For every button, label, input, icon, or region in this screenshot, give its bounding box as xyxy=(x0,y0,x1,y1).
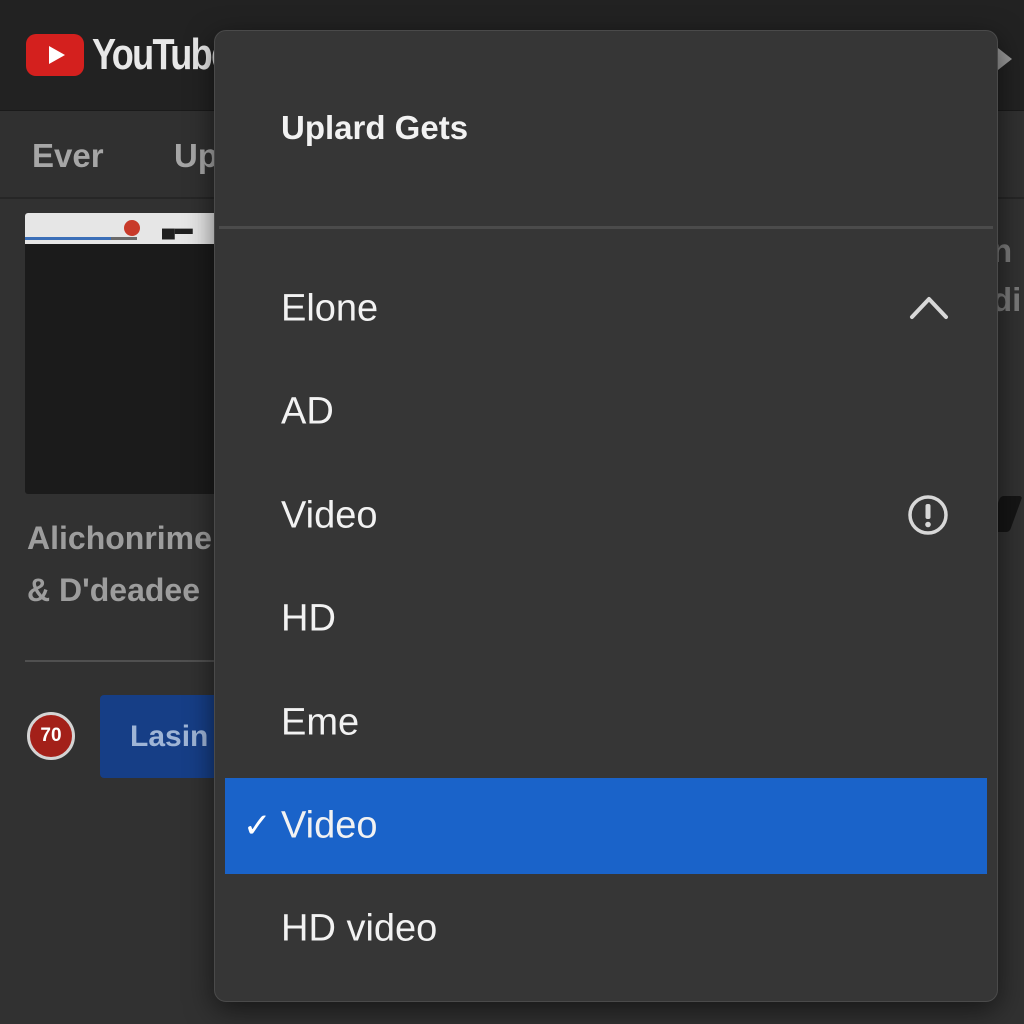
video-progress-fill xyxy=(25,237,111,240)
menu-item-eme[interactable]: Eme xyxy=(225,675,987,771)
video-toolbar: ▄▬ xyxy=(25,213,225,244)
menu-item-label: HD video xyxy=(281,907,438,950)
page: YouTube Ever Up ▄▬ Alichonrime & D'deade… xyxy=(0,0,1024,1024)
menu-item-video[interactable]: Video xyxy=(225,468,987,564)
menu-item-label: Eme xyxy=(281,701,360,744)
video-title-line1[interactable]: Alichonrime xyxy=(27,520,212,557)
video-preview[interactable]: ▄▬ xyxy=(25,213,225,494)
alert-icon[interactable] xyxy=(907,494,949,536)
play-arrow-icon[interactable] xyxy=(998,48,1012,70)
menu-item-label: HD xyxy=(281,597,336,640)
menu-item-label: Video xyxy=(281,494,378,537)
record-icon[interactable] xyxy=(124,220,140,236)
menu-item-ad[interactable]: AD xyxy=(225,364,987,460)
menu-item-label: Video xyxy=(281,804,378,847)
menu-item-elone[interactable]: Elone xyxy=(225,261,987,357)
dropdown-menu: Uplard Gets Elone AD Video HD Eme ✓ Vide… xyxy=(214,30,998,1002)
tool-icon[interactable]: ▄▬ xyxy=(162,217,202,239)
youtube-play-icon xyxy=(26,34,84,76)
dropdown-header: Uplard Gets xyxy=(281,109,469,146)
menu-item-hd[interactable]: HD xyxy=(225,571,987,667)
menu-item-video-selected[interactable]: ✓ Video xyxy=(225,778,987,874)
menu-item-hd-video[interactable]: HD video xyxy=(225,881,987,977)
check-icon: ✓ xyxy=(243,807,272,845)
tab-ever[interactable]: Ever xyxy=(32,137,104,175)
divider xyxy=(25,660,225,662)
chevron-up-icon[interactable] xyxy=(909,291,949,321)
dropdown-divider xyxy=(219,226,993,229)
tab-up[interactable]: Up xyxy=(174,137,218,175)
menu-item-label: AD xyxy=(281,390,334,433)
channel-avatar[interactable]: 70 xyxy=(27,712,75,760)
video-title-line2[interactable]: & D'deadee xyxy=(27,572,200,609)
logo-wordmark: YouTube xyxy=(92,30,231,79)
menu-item-label: Elone xyxy=(281,287,379,330)
